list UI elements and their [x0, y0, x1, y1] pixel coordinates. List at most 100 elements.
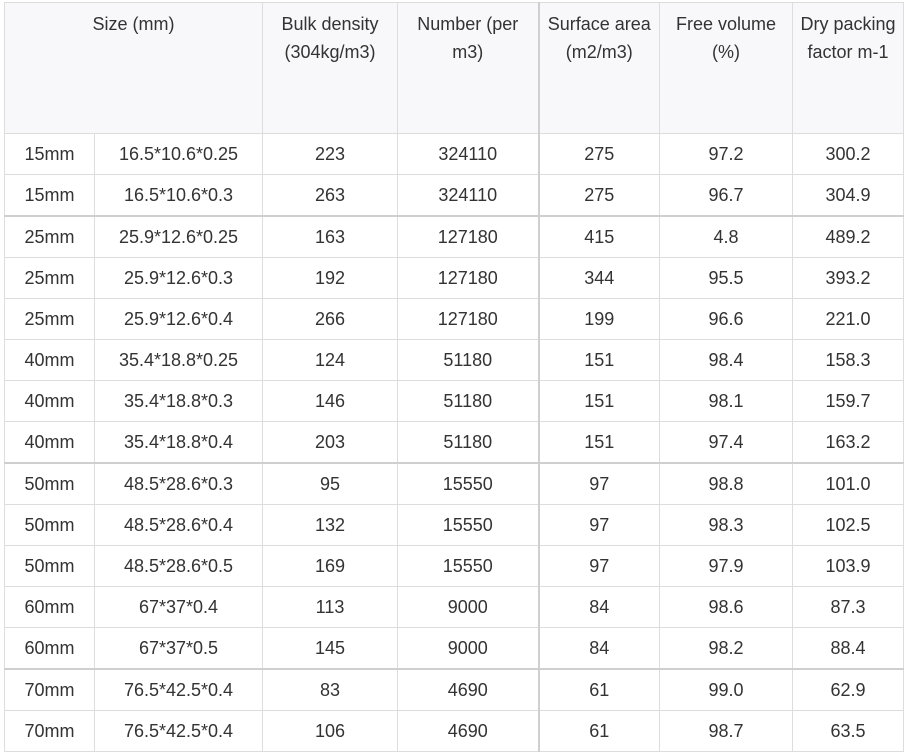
- free-volume-column-header: Free volume (%): [659, 2, 793, 134]
- cell-bulk-density: 266: [262, 298, 398, 340]
- cell-surface-area: 97: [537, 462, 660, 505]
- cell-free-volume: 97.4: [659, 421, 793, 464]
- specifications-table: Size (mm) Bulk density (304kg/m3) Number…: [4, 2, 904, 752]
- cell-free-volume: 97.9: [659, 545, 793, 587]
- cell-dimensions: 67*37*0.4: [94, 586, 263, 628]
- cell-dry-packing-factor: 163.2: [792, 421, 904, 464]
- cell-dimensions: 25.9*12.6*0.4: [94, 298, 263, 340]
- cell-dimensions: 25.9*12.6*0.25: [94, 215, 263, 258]
- cell-dry-packing-factor: 101.0: [792, 462, 904, 505]
- cell-dry-packing-factor: 221.0: [792, 298, 904, 340]
- cell-surface-area: 415: [537, 215, 660, 258]
- table-row: 70mm 76.5*42.5*0.4 83 4690 61 99.0 62.9: [4, 668, 904, 711]
- cell-nominal-size: 40mm: [4, 421, 95, 464]
- cell-number-per-m3: 51180: [397, 339, 539, 381]
- cell-dry-packing-factor: 393.2: [792, 257, 904, 299]
- cell-nominal-size: 15mm: [4, 174, 95, 217]
- cell-dry-packing-factor: 489.2: [792, 215, 904, 258]
- cell-surface-area: 275: [537, 133, 660, 175]
- table-row: 40mm 35.4*18.8*0.3 146 51180 151 98.1 159.7: [4, 380, 904, 422]
- cell-dry-packing-factor: 159.7: [792, 380, 904, 422]
- cell-surface-area: 97: [537, 545, 660, 587]
- cell-surface-area: 199: [537, 298, 660, 340]
- cell-bulk-density: 124: [262, 339, 398, 381]
- cell-surface-area: 61: [537, 710, 660, 752]
- cell-surface-area: 275: [537, 174, 660, 217]
- cell-bulk-density: 113: [262, 586, 398, 628]
- cell-dry-packing-factor: 158.3: [792, 339, 904, 381]
- cell-free-volume: 4.8: [659, 215, 793, 258]
- size-column-header: Size (mm): [4, 2, 263, 134]
- cell-surface-area: 151: [537, 421, 660, 464]
- cell-free-volume: 99.0: [659, 668, 793, 711]
- cell-nominal-size: 25mm: [4, 215, 95, 258]
- table-row: 50mm 48.5*28.6*0.4 132 15550 97 98.3 102.5: [4, 504, 904, 546]
- cell-nominal-size: 50mm: [4, 545, 95, 587]
- table-row: 50mm 48.5*28.6*0.5 169 15550 97 97.9 103.9: [4, 545, 904, 587]
- cell-bulk-density: 223: [262, 133, 398, 175]
- cell-bulk-density: 163: [262, 215, 398, 258]
- cell-free-volume: 98.1: [659, 380, 793, 422]
- table-row: 60mm 67*37*0.4 113 9000 84 98.6 87.3: [4, 586, 904, 628]
- table-row: 40mm 35.4*18.8*0.4 203 51180 151 97.4 163.2: [4, 421, 904, 464]
- cell-dimensions: 16.5*10.6*0.25: [94, 133, 263, 175]
- cell-dimensions: 35.4*18.8*0.3: [94, 380, 263, 422]
- cell-number-per-m3: 9000: [397, 586, 539, 628]
- cell-dimensions: 48.5*28.6*0.3: [94, 462, 263, 505]
- cell-free-volume: 96.7: [659, 174, 793, 217]
- cell-free-volume: 96.6: [659, 298, 793, 340]
- cell-dimensions: 35.4*18.8*0.25: [94, 339, 263, 381]
- cell-surface-area: 84: [537, 627, 660, 670]
- cell-dimensions: 16.5*10.6*0.3: [94, 174, 263, 217]
- cell-dimensions: 25.9*12.6*0.3: [94, 257, 263, 299]
- cell-nominal-size: 50mm: [4, 504, 95, 546]
- cell-surface-area: 151: [537, 339, 660, 381]
- cell-nominal-size: 70mm: [4, 710, 95, 752]
- cell-free-volume: 95.5: [659, 257, 793, 299]
- cell-number-per-m3: 51180: [397, 421, 539, 464]
- cell-number-per-m3: 4690: [397, 668, 539, 711]
- cell-bulk-density: 192: [262, 257, 398, 299]
- cell-nominal-size: 60mm: [4, 586, 95, 628]
- number-column-header: Number (per m3): [397, 2, 539, 134]
- cell-number-per-m3: 9000: [397, 627, 539, 670]
- cell-number-per-m3: 15550: [397, 462, 539, 505]
- cell-dry-packing-factor: 300.2: [792, 133, 904, 175]
- table-body: 15mm 16.5*10.6*0.25 223 324110 275 97.2 300.2 1…: [4, 133, 904, 752]
- cell-number-per-m3: 127180: [397, 298, 539, 340]
- cell-number-per-m3: 127180: [397, 215, 539, 258]
- table-row: 15mm 16.5*10.6*0.25 223 324110 275 97.2 300.2: [4, 133, 904, 175]
- cell-nominal-size: 40mm: [4, 380, 95, 422]
- cell-nominal-size: 40mm: [4, 339, 95, 381]
- cell-surface-area: 84: [537, 586, 660, 628]
- cell-dimensions: 67*37*0.5: [94, 627, 263, 670]
- cell-free-volume: 98.7: [659, 710, 793, 752]
- cell-free-volume: 97.2: [659, 133, 793, 175]
- cell-dry-packing-factor: 63.5: [792, 710, 904, 752]
- table-row: 25mm 25.9*12.6*0.25 163 127180 415 4.8 489.2: [4, 215, 904, 258]
- cell-nominal-size: 50mm: [4, 462, 95, 505]
- cell-free-volume: 98.8: [659, 462, 793, 505]
- cell-number-per-m3: 127180: [397, 257, 539, 299]
- cell-dimensions: 48.5*28.6*0.5: [94, 545, 263, 587]
- cell-number-per-m3: 324110: [397, 133, 539, 175]
- cell-dry-packing-factor: 304.9: [792, 174, 904, 217]
- cell-bulk-density: 83: [262, 668, 398, 711]
- cell-nominal-size: 15mm: [4, 133, 95, 175]
- cell-number-per-m3: 51180: [397, 380, 539, 422]
- cell-bulk-density: 132: [262, 504, 398, 546]
- cell-number-per-m3: 4690: [397, 710, 539, 752]
- cell-bulk-density: 106: [262, 710, 398, 752]
- table-row: 25mm 25.9*12.6*0.4 266 127180 199 96.6 221.0: [4, 298, 904, 340]
- bulk-density-column-header: Bulk density (304kg/m3): [262, 2, 398, 134]
- cell-surface-area: 97: [537, 504, 660, 546]
- cell-dry-packing-factor: 102.5: [792, 504, 904, 546]
- cell-surface-area: 151: [537, 380, 660, 422]
- cell-dry-packing-factor: 87.3: [792, 586, 904, 628]
- dry-packing-column-header: Dry packing factor m-1: [792, 2, 904, 134]
- cell-bulk-density: 169: [262, 545, 398, 587]
- cell-nominal-size: 25mm: [4, 298, 95, 340]
- cell-dimensions: 76.5*42.5*0.4: [94, 710, 263, 752]
- table-row: 60mm 67*37*0.5 145 9000 84 98.2 88.4: [4, 627, 904, 670]
- table-row: 15mm 16.5*10.6*0.3 263 324110 275 96.7 304.9: [4, 174, 904, 217]
